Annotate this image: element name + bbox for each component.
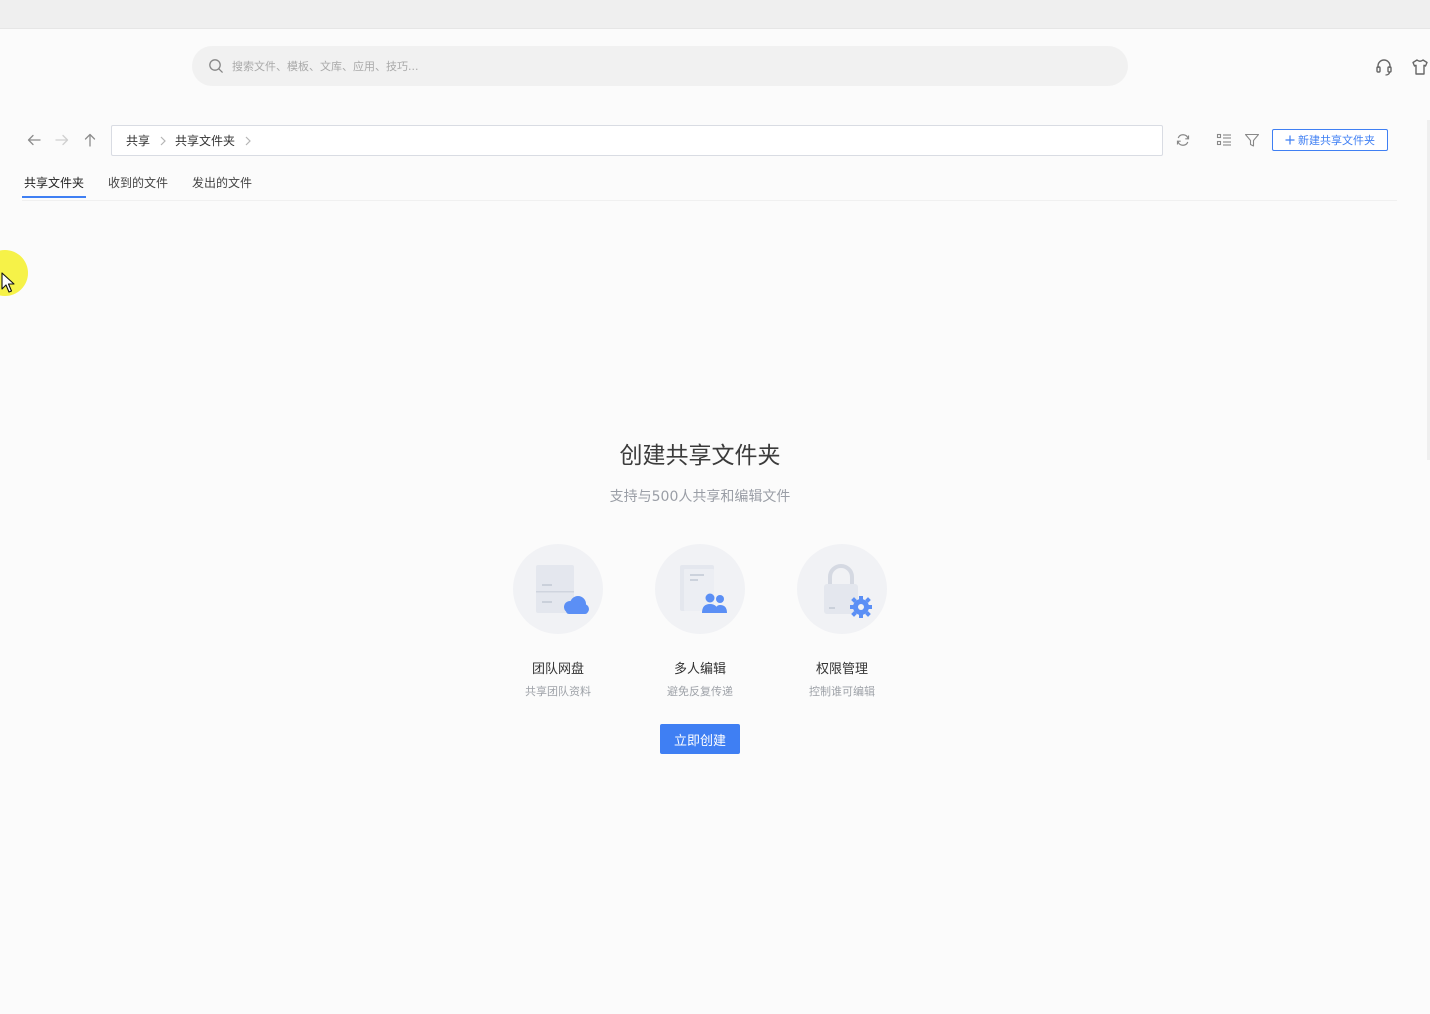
- plus-icon: [1285, 135, 1295, 145]
- feature-title: 多人编辑: [673, 662, 726, 677]
- chevron-right-icon: [150, 136, 167, 146]
- feature-desc: 避免反复传递: [667, 685, 733, 698]
- search-icon: [208, 58, 224, 74]
- feature-list: 团队网盘 共享团队资料 多人编辑 避免反复传递 权限管理 控制谁可编辑: [500, 544, 900, 699]
- feature-title: 权限管理: [815, 662, 868, 677]
- back-button[interactable]: [22, 128, 46, 152]
- feature-title: 团队网盘: [531, 662, 584, 677]
- list-view-icon: [1216, 133, 1231, 146]
- tab-received-files[interactable]: 收到的文件: [106, 170, 170, 198]
- empty-state-title: 创建共享文件夹: [619, 443, 781, 469]
- new-shared-folder-button[interactable]: 新建共享文件夹: [1272, 129, 1388, 151]
- feature-desc: 控制谁可编辑: [809, 685, 875, 698]
- arrow-up-icon: [84, 133, 96, 147]
- shirt-icon[interactable]: [1409, 56, 1430, 78]
- breadcrumb[interactable]: 共享 共享文件夹: [111, 125, 1163, 156]
- multi-user-edit-icon: [655, 544, 745, 634]
- search-box[interactable]: 搜索文件、模板、文库、应用、技巧...: [192, 46, 1128, 86]
- filter-button[interactable]: [1242, 130, 1262, 150]
- refresh-button[interactable]: [1173, 130, 1193, 150]
- tab-shared-folders[interactable]: 共享文件夹: [22, 170, 87, 198]
- team-cloud-icon: [513, 544, 603, 634]
- tab-sent-files[interactable]: 发出的文件: [190, 170, 254, 198]
- feature-multi-edit: 多人编辑 避免反复传递: [642, 544, 758, 699]
- forward-button[interactable]: [50, 128, 74, 152]
- arrow-right-icon: [55, 134, 69, 146]
- search-input[interactable]: 搜索文件、模板、文库、应用、技巧...: [232, 58, 419, 74]
- chevron-right-icon: [235, 136, 252, 146]
- empty-state-subtitle: 支持与500人共享和编辑文件: [609, 489, 791, 505]
- mouse-cursor-icon: [1, 272, 15, 293]
- create-now-button[interactable]: 立即创建: [660, 724, 740, 754]
- tab-divider: [22, 200, 1397, 201]
- up-button[interactable]: [78, 128, 102, 152]
- tab-bar: 共享文件夹 收到的文件 发出的文件: [22, 170, 274, 200]
- lock-gear-icon: [797, 544, 887, 634]
- feature-permission: 权限管理 控制谁可编辑: [784, 544, 900, 699]
- filter-icon: [1244, 133, 1260, 147]
- arrow-left-icon: [27, 134, 41, 146]
- window-top-strip: [0, 0, 1430, 29]
- feature-team-drive: 团队网盘 共享团队资料: [500, 544, 616, 699]
- refresh-icon: [1176, 134, 1190, 146]
- breadcrumb-item-shared-folder[interactable]: 共享文件夹: [167, 132, 235, 149]
- headset-icon[interactable]: [1373, 56, 1395, 78]
- breadcrumb-item-share[interactable]: 共享: [112, 132, 150, 149]
- new-shared-folder-label: 新建共享文件夹: [1298, 134, 1375, 147]
- feature-desc: 共享团队资料: [525, 685, 591, 698]
- view-toggle-button[interactable]: [1214, 130, 1234, 150]
